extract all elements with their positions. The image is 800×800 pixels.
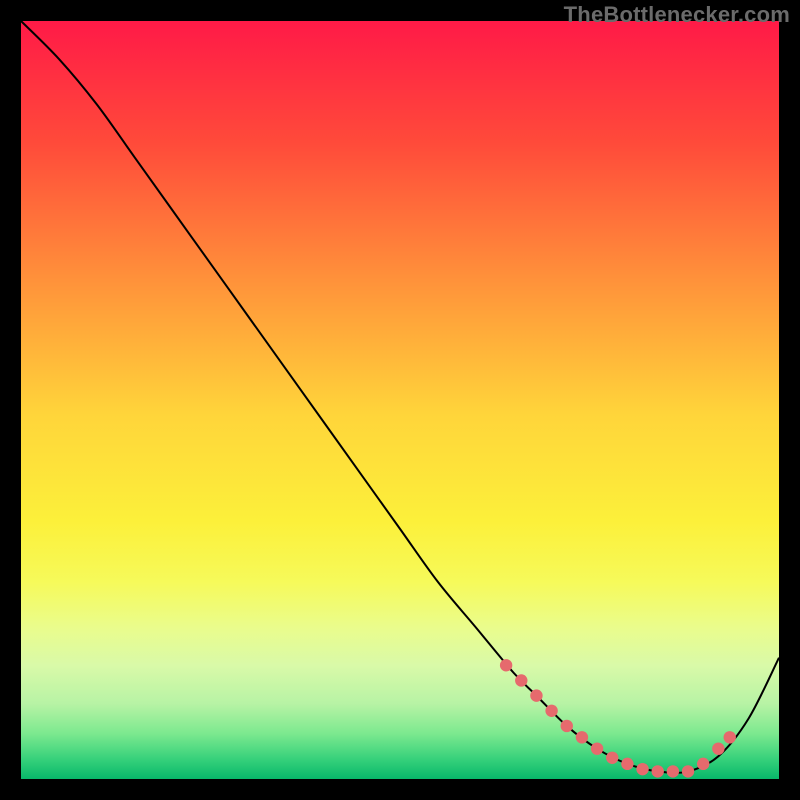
optimal-marker	[621, 758, 633, 770]
plot-area	[21, 21, 779, 779]
optimal-marker	[667, 765, 679, 777]
optimal-marker	[697, 758, 709, 770]
curve-layer	[21, 21, 779, 779]
chart-frame: TheBottlenecker.com	[0, 0, 800, 800]
optimal-marker	[576, 731, 588, 743]
optimal-marker	[591, 742, 603, 754]
optimal-marker	[545, 705, 557, 717]
optimal-marker	[652, 765, 664, 777]
optimal-marker	[636, 763, 648, 775]
optimal-marker	[606, 752, 618, 764]
optimal-marker	[530, 689, 542, 701]
optimal-marker	[515, 674, 527, 686]
optimal-marker	[500, 659, 512, 671]
attribution-label: TheBottlenecker.com	[564, 2, 790, 28]
bottleneck-curve	[21, 21, 779, 773]
optimal-marker	[561, 720, 573, 732]
optimal-marker	[712, 742, 724, 754]
optimal-marker	[682, 765, 694, 777]
optimal-marker	[724, 731, 736, 743]
